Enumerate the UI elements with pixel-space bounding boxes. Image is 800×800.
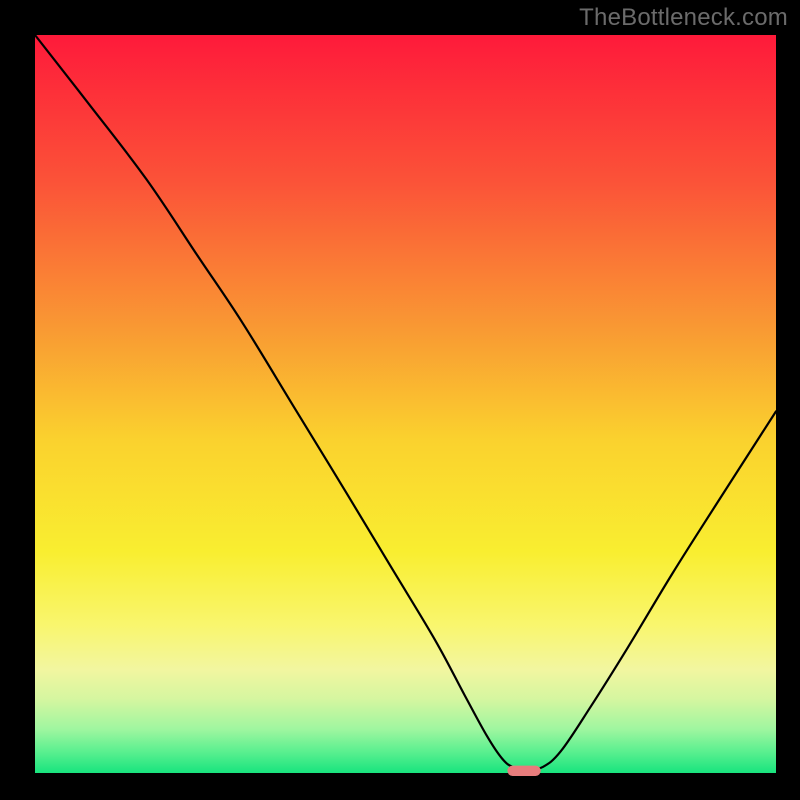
bottleneck-chart (0, 0, 800, 800)
optimal-marker (507, 766, 540, 776)
chart-frame: TheBottleneck.com (0, 0, 800, 800)
gradient-background (35, 35, 776, 773)
